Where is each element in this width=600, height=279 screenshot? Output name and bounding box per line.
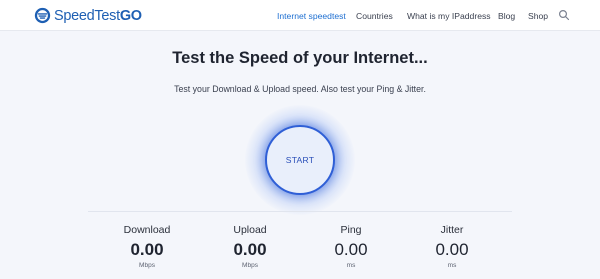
start-button[interactable]: START	[265, 125, 335, 195]
metric-label: Download	[123, 224, 171, 236]
metric-label: Jitter	[440, 224, 464, 236]
metric-unit: Mbps	[242, 262, 258, 269]
metric-value: 0.00	[233, 240, 267, 259]
metric-unit: ms	[346, 262, 356, 269]
start-button-area: START	[245, 105, 355, 215]
metric-jitter: Jitter 0.00 ms	[402, 224, 502, 269]
nav-item-shop[interactable]: Shop	[528, 11, 548, 21]
metric-download: Download 0.00 Mbps	[97, 224, 197, 269]
metric-value: 0.00	[334, 240, 368, 259]
metric-ping: Ping 0.00 ms	[301, 224, 401, 269]
logo-text: SpeedTestGO	[54, 8, 142, 24]
results-divider	[88, 211, 512, 212]
metric-unit: Mbps	[139, 262, 155, 269]
logo-text-bold: GO	[119, 7, 142, 24]
metric-value: 0.00	[435, 240, 469, 259]
nav-item-internet-speedtest[interactable]: Internet speedtest	[277, 11, 346, 21]
nav-item-countries[interactable]: Countries	[356, 11, 393, 21]
page-subtitle: Test your Download & Upload speed. Also …	[174, 84, 426, 94]
metric-upload: Upload 0.00 Mbps	[200, 224, 300, 269]
metric-label: Upload	[233, 224, 267, 236]
nav-item-blog[interactable]: Blog	[498, 11, 515, 21]
site-logo[interactable]: SpeedTestGO	[34, 6, 142, 25]
page-title: Test the Speed of your Internet...	[172, 49, 428, 67]
metric-unit: ms	[447, 262, 457, 269]
speedometer-shield-icon	[34, 7, 51, 24]
search-icon[interactable]	[558, 9, 570, 21]
metric-value: 0.00	[130, 240, 164, 259]
metric-label: Ping	[340, 224, 362, 236]
logo-text-light: SpeedTest	[54, 7, 120, 24]
site-header: SpeedTestGO Internet speedtest Countries…	[0, 0, 600, 31]
nav-item-what-is-my-ipaddress[interactable]: What is my IPaddress	[407, 11, 491, 21]
